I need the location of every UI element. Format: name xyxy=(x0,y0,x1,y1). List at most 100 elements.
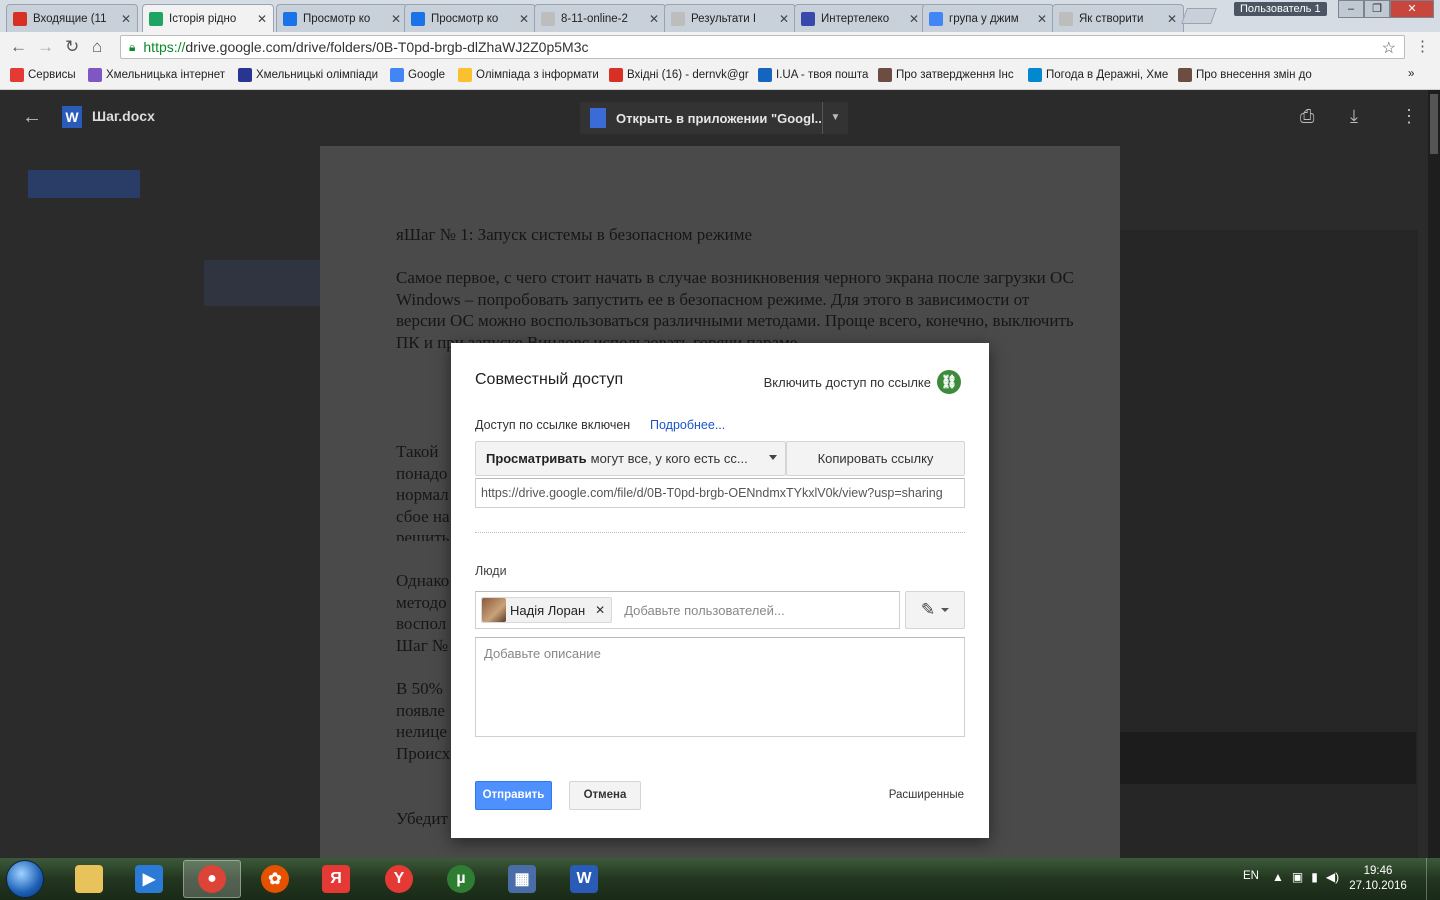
reload-icon[interactable]: ↻ xyxy=(65,37,79,57)
permission-menu-button[interactable]: ✎ xyxy=(905,591,965,629)
person-chip: Надія Лоран ✕ xyxy=(481,597,613,623)
description-field[interactable]: Добавьте описание xyxy=(475,637,965,737)
back-icon[interactable]: ← xyxy=(10,37,27,57)
close-tab-icon[interactable]: ✕ xyxy=(121,12,131,26)
bookmark-item[interactable]: I.UA - твоя пошта xyxy=(758,68,868,82)
forward-icon[interactable]: → xyxy=(37,37,54,57)
taskbar-yandex-browser[interactable]: Y xyxy=(370,860,428,898)
scrollbar-thumb[interactable] xyxy=(1430,94,1438,154)
start-button[interactable] xyxy=(6,860,44,898)
apps-icon xyxy=(10,68,24,82)
page-scrollbar[interactable] xyxy=(1428,90,1440,858)
enable-link-sharing[interactable]: Включить доступ по ссылке ⛓︎ xyxy=(764,370,961,394)
close-tab-icon[interactable]: ✕ xyxy=(649,12,659,26)
close-tab-icon[interactable]: ✕ xyxy=(909,12,919,26)
bookmark-item[interactable]: Хмельницькі олімпіади xyxy=(238,68,378,82)
bookmark-star-icon[interactable]: ☆ xyxy=(1382,38,1396,58)
more-options-icon[interactable]: ⋮ xyxy=(1400,106,1418,127)
close-tab-icon[interactable]: ✕ xyxy=(1167,12,1177,26)
browser-tab[interactable]: Входящие (11 ✕ xyxy=(6,4,138,32)
browser-tab[interactable]: Як створити ✕ xyxy=(1052,4,1184,32)
person-name: Надія Лоран xyxy=(510,602,586,618)
taskbar-utorrent[interactable]: µ xyxy=(432,860,490,898)
copy-link-button[interactable]: Копировать ссылку xyxy=(786,441,965,476)
bookmark-label: Сервисы xyxy=(28,69,76,81)
link-icon[interactable]: ⛓︎ xyxy=(937,370,961,394)
browser-tab[interactable]: Интертелеко ✕ xyxy=(794,4,926,32)
show-desktop-button[interactable] xyxy=(1426,858,1440,900)
bookmark-item[interactable]: Хмельницька інтернет xyxy=(88,68,225,82)
download-icon[interactable]: ⤓ xyxy=(1350,106,1358,127)
bookmark-item[interactable]: Google xyxy=(390,68,445,82)
site-icon xyxy=(88,68,102,82)
volume-icon[interactable]: ◀) xyxy=(1326,870,1339,884)
browser-tab[interactable]: Результати І ✕ xyxy=(664,4,796,32)
taskbar-control-panel[interactable]: ▦ xyxy=(493,860,551,898)
bookmark-label: Хмельницька інтернет xyxy=(106,69,225,81)
people-input[interactable]: Надія Лоран ✕ Добавьте пользователей... xyxy=(475,591,900,629)
learn-more-link[interactable]: Подробнее... xyxy=(650,418,725,432)
bookmark-apps[interactable]: Сервисы xyxy=(10,68,76,82)
bookmark-item[interactable]: Вхідні (16) - dernvk@gr xyxy=(609,68,749,82)
bookmark-item[interactable]: Про затвердження Інс xyxy=(878,68,1014,82)
close-tab-icon[interactable]: ✕ xyxy=(1037,12,1047,26)
browser-menu-icon[interactable]: ⋮ xyxy=(1415,37,1430,55)
bookmark-item[interactable]: Олімпіада з інформати xyxy=(458,68,599,82)
close-tab-icon[interactable]: ✕ xyxy=(257,12,267,26)
bookmark-item[interactable]: Погода в Деражні, Хме xyxy=(1028,68,1168,82)
browser-tab[interactable]: Просмотр ко ✕ xyxy=(404,4,536,32)
taskbar-media-player[interactable]: ▶ xyxy=(120,860,178,898)
browser-tab-active[interactable]: Історія рідно ✕ xyxy=(142,4,274,32)
taskbar-chrome[interactable]: ● xyxy=(183,860,241,898)
home-icon[interactable]: ⌂ xyxy=(92,37,102,57)
share-url-field[interactable]: https://drive.google.com/file/d/0B-T0pd-… xyxy=(475,478,965,508)
new-tab-button[interactable] xyxy=(1181,8,1217,24)
taskbar-word[interactable]: W xyxy=(555,860,613,898)
close-window-button[interactable]: ✕ xyxy=(1390,0,1434,18)
send-button[interactable]: Отправить xyxy=(475,781,552,810)
site-icon xyxy=(758,68,772,82)
gmail-icon xyxy=(13,11,27,26)
taskbar-media-center[interactable]: ✿ xyxy=(246,860,304,898)
chevron-down-icon[interactable]: ▼ xyxy=(822,102,848,134)
address-bar[interactable]: 🔒︎ https://drive.google.com/drive/folder… xyxy=(120,35,1405,59)
minimize-button[interactable]: – xyxy=(1338,0,1364,18)
cancel-button[interactable]: Отмена xyxy=(569,781,641,810)
word-icon: W xyxy=(570,865,598,893)
viewer-back-icon[interactable]: ← xyxy=(22,106,42,129)
share-dialog: Совместный доступ Включить доступ по ссы… xyxy=(451,343,989,838)
page-icon xyxy=(1059,11,1073,26)
tab-title: 8-11-online-2 xyxy=(561,12,628,25)
battery-icon[interactable]: ▮ xyxy=(1311,870,1318,884)
add-users-placeholder[interactable]: Добавьте пользователей... xyxy=(624,603,784,618)
browser-tab[interactable]: група у джим ✕ xyxy=(922,4,1054,32)
system-clock[interactable]: 19:46 27.10.2016 xyxy=(1348,864,1408,894)
google-icon xyxy=(929,11,943,26)
remove-person-icon[interactable]: ✕ xyxy=(595,603,605,617)
user-badge[interactable]: Пользователь 1 xyxy=(1234,2,1327,16)
close-tab-icon[interactable]: ✕ xyxy=(391,12,401,26)
bookmark-item[interactable]: Про внесення змін до xyxy=(1178,68,1312,82)
browser-tab[interactable]: Просмотр ко ✕ xyxy=(276,4,408,32)
google-icon xyxy=(390,68,404,82)
bookmark-label: Про затвердження Інс xyxy=(896,69,1014,81)
bookmarks-bar: Сервисы Хмельницька інтернет Хмельницькі… xyxy=(0,62,1440,90)
taskbar-explorer[interactable] xyxy=(60,860,118,898)
contacts-icon xyxy=(411,11,425,26)
lock-icon: 🔒︎ xyxy=(129,39,136,54)
advanced-link[interactable]: Расширенные xyxy=(889,789,964,801)
print-icon[interactable]: ⎙ xyxy=(1300,106,1314,127)
close-tab-icon[interactable]: ✕ xyxy=(779,12,789,26)
maximize-button[interactable]: ❐ xyxy=(1364,0,1390,18)
language-indicator[interactable]: EN xyxy=(1243,870,1259,882)
browser-tab[interactable]: 8-11-online-2 ✕ xyxy=(534,4,666,32)
close-tab-icon[interactable]: ✕ xyxy=(519,12,529,26)
network-icon[interactable]: ▣ xyxy=(1292,870,1303,884)
permission-level: Просматривать xyxy=(486,451,587,466)
taskbar-yandex[interactable]: Я xyxy=(307,860,365,898)
bookmarks-overflow-icon[interactable]: » xyxy=(1408,68,1414,80)
tray-expand-icon[interactable]: ▲ xyxy=(1272,870,1284,884)
permission-scope: могут все, у кого есть сс... xyxy=(590,451,748,466)
open-with-button[interactable]: Открыть в приложении "Googl... ▼ xyxy=(580,102,848,134)
link-permission-select[interactable]: Просматривать могут все, у кого есть сс.… xyxy=(475,441,786,476)
